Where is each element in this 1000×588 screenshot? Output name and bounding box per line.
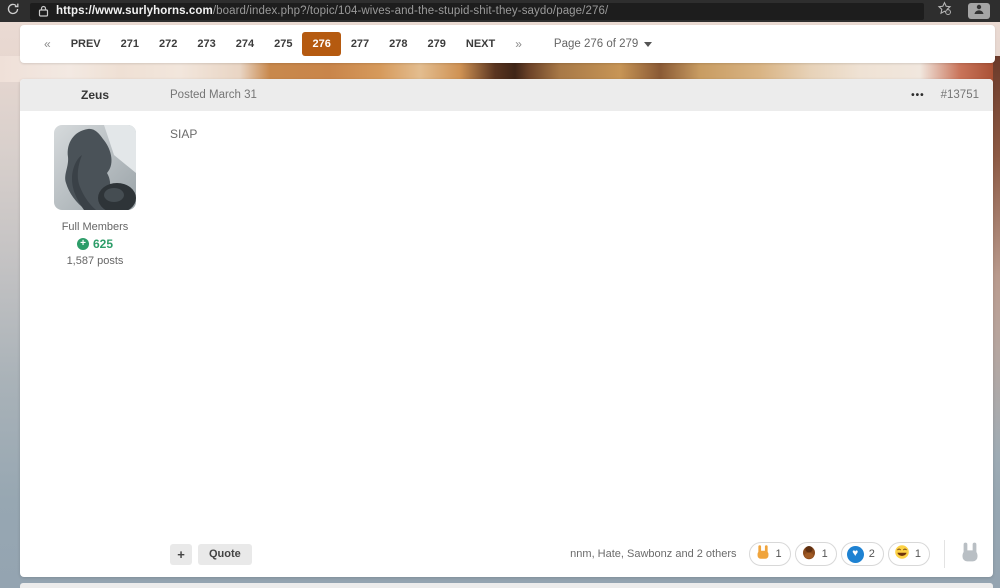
post-count-label: 1,587 posts xyxy=(67,255,124,267)
horns-hand-gray-icon xyxy=(959,541,981,568)
post-header: Zeus Posted March 31 ••• #13751 xyxy=(20,79,993,111)
page-button-276-active[interactable]: 276 xyxy=(302,32,340,56)
author-avatar[interactable] xyxy=(54,125,136,210)
page-button-278[interactable]: 278 xyxy=(379,33,417,55)
post-footer: + Quote nnm, Hate, Sawbonz and 2 others … xyxy=(170,541,983,567)
reaction-pill-horns[interactable]: 1 xyxy=(749,542,791,566)
url-path: /board/index.php?/topic/104-wives-and-th… xyxy=(213,5,608,17)
forum-page: https://www.surlyhorns.com/board/index.p… xyxy=(0,0,1000,588)
reaction-pill-heart[interactable]: ♥ 2 xyxy=(841,542,884,566)
page-button-274[interactable]: 274 xyxy=(226,33,264,55)
background-photo-edge xyxy=(993,56,1000,456)
add-reaction-button[interactable] xyxy=(957,541,983,567)
reload-button[interactable] xyxy=(2,0,24,22)
plus-circle-icon: + xyxy=(77,238,89,250)
divider xyxy=(944,540,945,568)
member-group-label: Full Members xyxy=(62,221,129,233)
blue-heart-emoji-icon: ♥ xyxy=(847,546,864,563)
lock-icon[interactable] xyxy=(38,5,49,17)
statue-avatar-image xyxy=(54,125,136,210)
author-username-link[interactable]: Zeus xyxy=(81,88,109,102)
page-button-273[interactable]: 273 xyxy=(187,33,225,55)
reload-icon xyxy=(6,2,20,21)
page-button-271[interactable]: 271 xyxy=(111,33,149,55)
reaction-count: 1 xyxy=(776,548,782,560)
page-jump-dropdown[interactable]: Page 276 of 279 xyxy=(554,38,652,50)
brown-custom-emoji-icon xyxy=(801,544,817,565)
page-button-275[interactable]: 275 xyxy=(264,33,302,55)
url-text: https://www.surlyhorns.com/board/index.p… xyxy=(56,5,608,17)
quote-button[interactable]: Quote xyxy=(198,544,252,565)
reaction-count: 2 xyxy=(869,548,875,560)
post-date-link[interactable]: Posted March 31 xyxy=(170,89,911,101)
chevron-down-icon xyxy=(644,42,652,47)
reactions-summary-link[interactable]: nnm, Hate, Sawbonz and 2 others xyxy=(570,548,736,560)
browser-profile-button[interactable] xyxy=(968,3,990,19)
horns-hand-emoji-icon xyxy=(755,544,771,565)
first-page-button[interactable]: « xyxy=(34,32,61,56)
laughing-emoji-icon xyxy=(894,544,910,565)
page-button-279[interactable]: 279 xyxy=(418,33,456,55)
post-number-link[interactable]: #13751 xyxy=(941,89,979,101)
next-post-card-edge xyxy=(20,583,993,588)
reaction-pill-custom[interactable]: 1 xyxy=(795,542,837,566)
profile-avatar-icon xyxy=(973,2,985,20)
post-content-text: SIAP xyxy=(170,111,197,267)
reputation-badge: + 625 xyxy=(77,237,113,251)
reaction-pill-laugh[interactable]: 1 xyxy=(888,542,930,566)
multiquote-button[interactable]: + xyxy=(170,544,192,565)
author-panel: Full Members + 625 1,587 posts xyxy=(20,111,170,267)
page-button-272[interactable]: 272 xyxy=(149,33,187,55)
post-body: Full Members + 625 1,587 posts SIAP xyxy=(20,111,993,267)
reputation-count: 625 xyxy=(93,237,113,251)
post-card: Zeus Posted March 31 ••• #13751 xyxy=(20,79,993,577)
bookmark-button[interactable] xyxy=(932,0,956,22)
page-indicator-label: Page 276 of 279 xyxy=(554,38,638,50)
browser-address-bar: https://www.surlyhorns.com/board/index.p… xyxy=(0,0,1000,22)
url-field[interactable]: https://www.surlyhorns.com/board/index.p… xyxy=(30,3,924,20)
last-page-button[interactable]: » xyxy=(505,32,532,56)
pagination-bar: « PREV 271 272 273 274 275 276 277 278 2… xyxy=(20,25,995,63)
page-button-277[interactable]: 277 xyxy=(341,33,379,55)
post-options-menu[interactable]: ••• xyxy=(911,90,925,101)
prev-page-button[interactable]: PREV xyxy=(61,33,111,55)
url-domain: https://www.surlyhorns.com xyxy=(56,5,213,17)
reaction-count: 1 xyxy=(915,548,921,560)
next-page-button[interactable]: NEXT xyxy=(456,33,505,55)
reaction-count: 1 xyxy=(822,548,828,560)
bookmark-star-icon xyxy=(937,1,952,21)
